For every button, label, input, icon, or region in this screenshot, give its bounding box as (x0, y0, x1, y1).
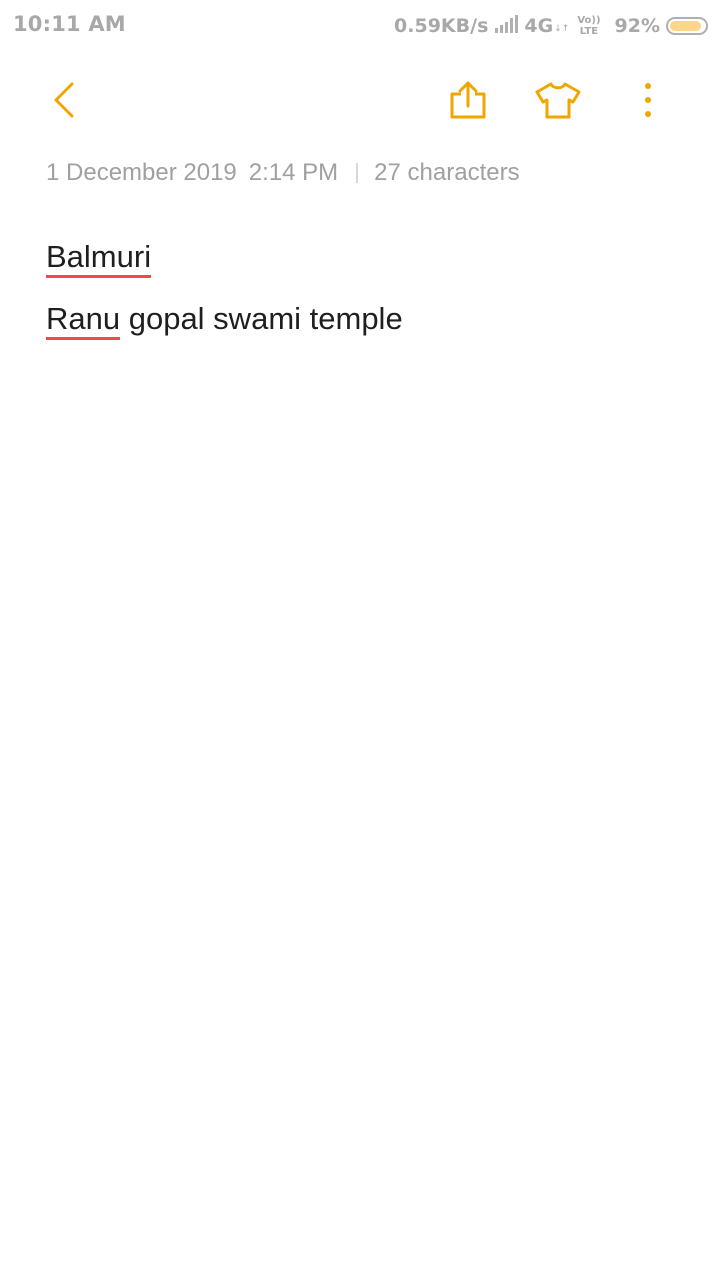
character-count: 27 characters (374, 159, 520, 186)
status-indicators: 0.59KB/s 4G ↓↑ Vo)) LTE 92% (394, 10, 708, 42)
network-speed: 0.59KB/s (394, 15, 489, 37)
note-line[interactable]: Ranu gopal swami temple (46, 294, 676, 356)
note-text: gopal swami temple (120, 301, 403, 336)
battery-icon (666, 17, 708, 35)
misspelled-word[interactable]: Balmuri (46, 239, 152, 278)
meta-divider (356, 163, 359, 183)
back-icon (52, 81, 76, 123)
more-options-button[interactable] (618, 70, 678, 134)
note-editor[interactable]: Balmuri Ranu gopal swami temple (46, 232, 676, 356)
status-bar: 10:11 AM 0.59KB/s 4G ↓↑ Vo)) LTE 92% (0, 0, 720, 52)
note-toolbar (0, 70, 720, 134)
note-line[interactable]: Balmuri (46, 232, 676, 294)
theme-button[interactable] (528, 70, 588, 134)
back-button[interactable] (34, 70, 94, 134)
battery-percent: 92% (614, 15, 660, 37)
note-metadata: 1 December 2019 2:14 PM 27 characters (46, 156, 520, 190)
note-time: 2:14 PM (248, 159, 339, 186)
volte-top-label: Vo)) (577, 15, 601, 26)
note-date: 1 December 2019 (46, 159, 237, 186)
network-type: 4G (524, 15, 554, 37)
signal-icon (494, 14, 520, 38)
network-activity-icon: ↓↑ (554, 24, 570, 34)
more-icon (643, 82, 653, 122)
volte-icon: Vo)) LTE (577, 15, 600, 37)
status-time: 10:11 AM (13, 12, 126, 36)
battery-level-fill (670, 21, 702, 31)
share-icon (448, 80, 488, 124)
volte-bottom-label: LTE (579, 26, 599, 37)
theme-shirt-icon (534, 81, 582, 123)
share-button[interactable] (438, 70, 498, 134)
misspelled-word[interactable]: Ranu (46, 301, 121, 340)
